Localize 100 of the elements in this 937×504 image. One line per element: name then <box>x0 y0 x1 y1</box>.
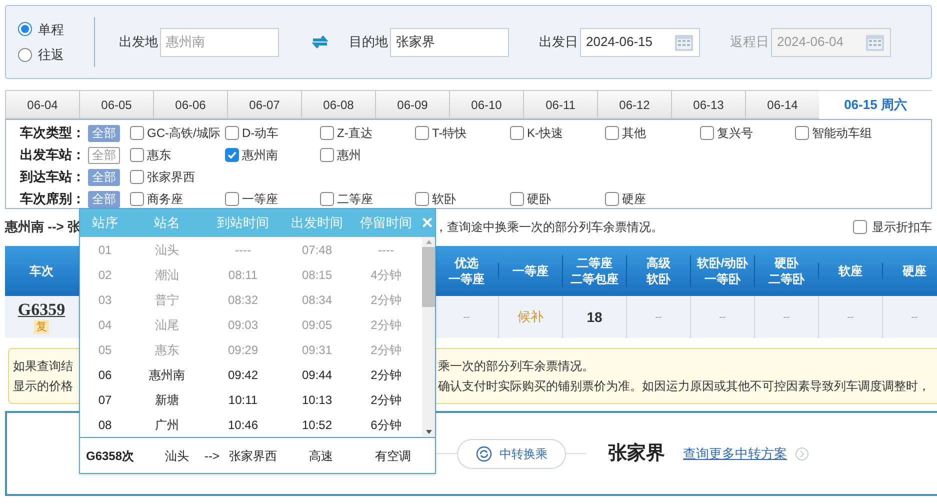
column-header: 软卧/动卧 一等卧 <box>696 255 748 287</box>
filter-option-label[interactable]: K-快速 <box>527 124 563 142</box>
filter-option-label[interactable]: Z-直达 <box>337 124 372 142</box>
filter-option-label[interactable]: 复兴号 <box>717 124 753 142</box>
filter-checkbox[interactable] <box>130 170 144 184</box>
date-tab[interactable]: 06-10 <box>449 90 523 119</box>
filter-option-label[interactable]: 硬卧 <box>527 190 551 208</box>
trip-type-radio[interactable]: 单程 <box>18 20 94 39</box>
filter-option-label[interactable]: GC-高铁/城际 <box>147 124 220 142</box>
stop-number: 02 <box>97 266 113 284</box>
stop-duration: ---- <box>377 242 395 258</box>
popup-from-station: 汕头 <box>165 448 190 464</box>
stop-arrive-time: 09:29 <box>226 342 260 358</box>
filter-option-label[interactable]: 智能动车组 <box>812 124 872 142</box>
filter-option-label[interactable]: 商务座 <box>147 190 183 208</box>
filter-checkbox[interactable] <box>510 192 524 206</box>
filter-option-label[interactable]: 软卧 <box>432 190 456 208</box>
column-header: 硬座 <box>902 263 926 279</box>
filter-checkbox[interactable] <box>320 126 334 140</box>
date-tab[interactable]: 06-04 <box>5 90 79 119</box>
date-tab[interactable]: 06-09 <box>375 90 449 119</box>
filter-checkbox[interactable] <box>415 192 429 206</box>
field-label: 返程日 <box>730 33 769 52</box>
filter-option-label[interactable]: 二等座 <box>337 190 373 208</box>
date-tab[interactable]: 06-11 <box>523 90 597 119</box>
seat-cell-text: 18 <box>586 308 602 326</box>
seat-cell-text: -- <box>911 310 918 324</box>
date-tab[interactable]: 06-12 <box>597 90 671 119</box>
stop-number: 07 <box>97 392 113 408</box>
seat-cell-text: -- <box>783 310 790 324</box>
filter-label: 车次席别： <box>20 190 86 208</box>
column-header: 高级 软卧 <box>646 255 670 287</box>
filter-checkbox[interactable] <box>795 126 809 140</box>
stop-arrive-time: 08:32 <box>226 292 260 308</box>
stop-depart-time: 09:05 <box>300 316 334 334</box>
popup-column-header: 停留时间 <box>359 214 413 232</box>
date-tab[interactable]: 06-13 <box>671 90 745 119</box>
station-field[interactable]: 张家界 <box>390 28 509 56</box>
filter-checkbox[interactable] <box>225 148 239 162</box>
swap-icon[interactable] <box>311 35 329 49</box>
stop-duration: 2分钟 <box>370 316 402 334</box>
popup-train-number: G6358次 <box>85 448 136 464</box>
filter-checkbox[interactable] <box>415 126 429 140</box>
more-transfer-link[interactable]: 查询更多中转方案 <box>683 444 787 464</box>
filter-option-label[interactable]: 张家界西 <box>147 168 195 186</box>
filter-option-label[interactable]: 硬座 <box>622 190 646 208</box>
stop-arrive-time: 09:42 <box>226 366 260 384</box>
filter-checkbox[interactable] <box>510 126 524 140</box>
filter-checkbox[interactable] <box>605 126 619 140</box>
date-tab[interactable]: 06-08 <box>301 90 375 119</box>
stop-arrive-time: ---- <box>234 242 252 258</box>
transfer-button[interactable]: 中转换乘 <box>457 438 566 468</box>
date-tab[interactable]: 06-14 <box>745 90 819 119</box>
popup-train-type: 高速 <box>309 448 334 464</box>
filter-checkbox[interactable] <box>130 126 144 140</box>
discount-checkbox[interactable] <box>853 220 867 234</box>
filter-option-label[interactable]: 惠州南 <box>242 146 278 164</box>
popup-column-header: 站名 <box>153 214 181 232</box>
seat-cell-text: -- <box>847 310 854 324</box>
stop-station: 惠东 <box>154 342 180 358</box>
stop-depart-time: 07:48 <box>300 242 334 258</box>
date-tab[interactable]: 06-06 <box>153 90 227 119</box>
stop-arrive-time: 10:11 <box>227 392 259 408</box>
calendar-icon[interactable] <box>674 32 694 52</box>
date-tab[interactable]: 06-05 <box>79 90 153 119</box>
discount-label[interactable]: 显示折扣车 <box>872 218 932 236</box>
stop-station: 惠州南 <box>148 366 186 384</box>
stop-station: 潮汕 <box>154 266 180 284</box>
filter-checkbox[interactable] <box>320 148 334 162</box>
filter-option-label[interactable]: 一等座 <box>242 190 278 208</box>
filter-option-label[interactable]: T-特快 <box>432 124 467 142</box>
filter-checkbox[interactable] <box>320 192 334 206</box>
date-tab[interactable]: 06-07 <box>227 90 301 119</box>
date-field[interactable]: 2024-06-15 <box>580 28 700 56</box>
stop-arrive-time: 08:11 <box>227 266 259 284</box>
filter-option-label[interactable]: D-动车 <box>242 124 279 142</box>
notice-text: 如果查询结 <box>13 358 74 374</box>
filter-label: 出发车站： <box>20 146 86 164</box>
stop-arrive-time: 10:46 <box>226 416 260 434</box>
filter-checkbox[interactable] <box>225 126 239 140</box>
stop-depart-time: 09:31 <box>300 342 334 358</box>
stop-duration: 2分钟 <box>370 292 402 308</box>
stop-station: 新塘 <box>154 392 180 408</box>
filter-checkbox[interactable] <box>130 192 144 206</box>
filter-option-label[interactable]: 其他 <box>622 124 646 142</box>
column-header: 二等座 二等包座 <box>570 255 618 287</box>
filter-checkbox[interactable] <box>130 148 144 162</box>
filter-option-label[interactable]: 惠东 <box>147 146 171 164</box>
train-number[interactable]: G6359 <box>18 300 66 320</box>
filter-checkbox[interactable] <box>605 192 619 206</box>
filter-checkbox[interactable] <box>225 192 239 206</box>
stop-depart-time: 09:44 <box>300 366 334 384</box>
scrollbar[interactable] <box>422 237 435 437</box>
filter-option-label[interactable]: 惠州 <box>337 146 361 164</box>
stop-arrive-time: 09:03 <box>226 316 260 334</box>
notice-text: 乘一次的部分列车余票情况。 <box>438 358 594 374</box>
popup-column-header: 站序 <box>91 214 119 232</box>
filter-checkbox[interactable] <box>700 126 714 140</box>
field-label: 出发日 <box>539 33 578 52</box>
trip-type-radio[interactable]: 往返 <box>18 45 94 64</box>
